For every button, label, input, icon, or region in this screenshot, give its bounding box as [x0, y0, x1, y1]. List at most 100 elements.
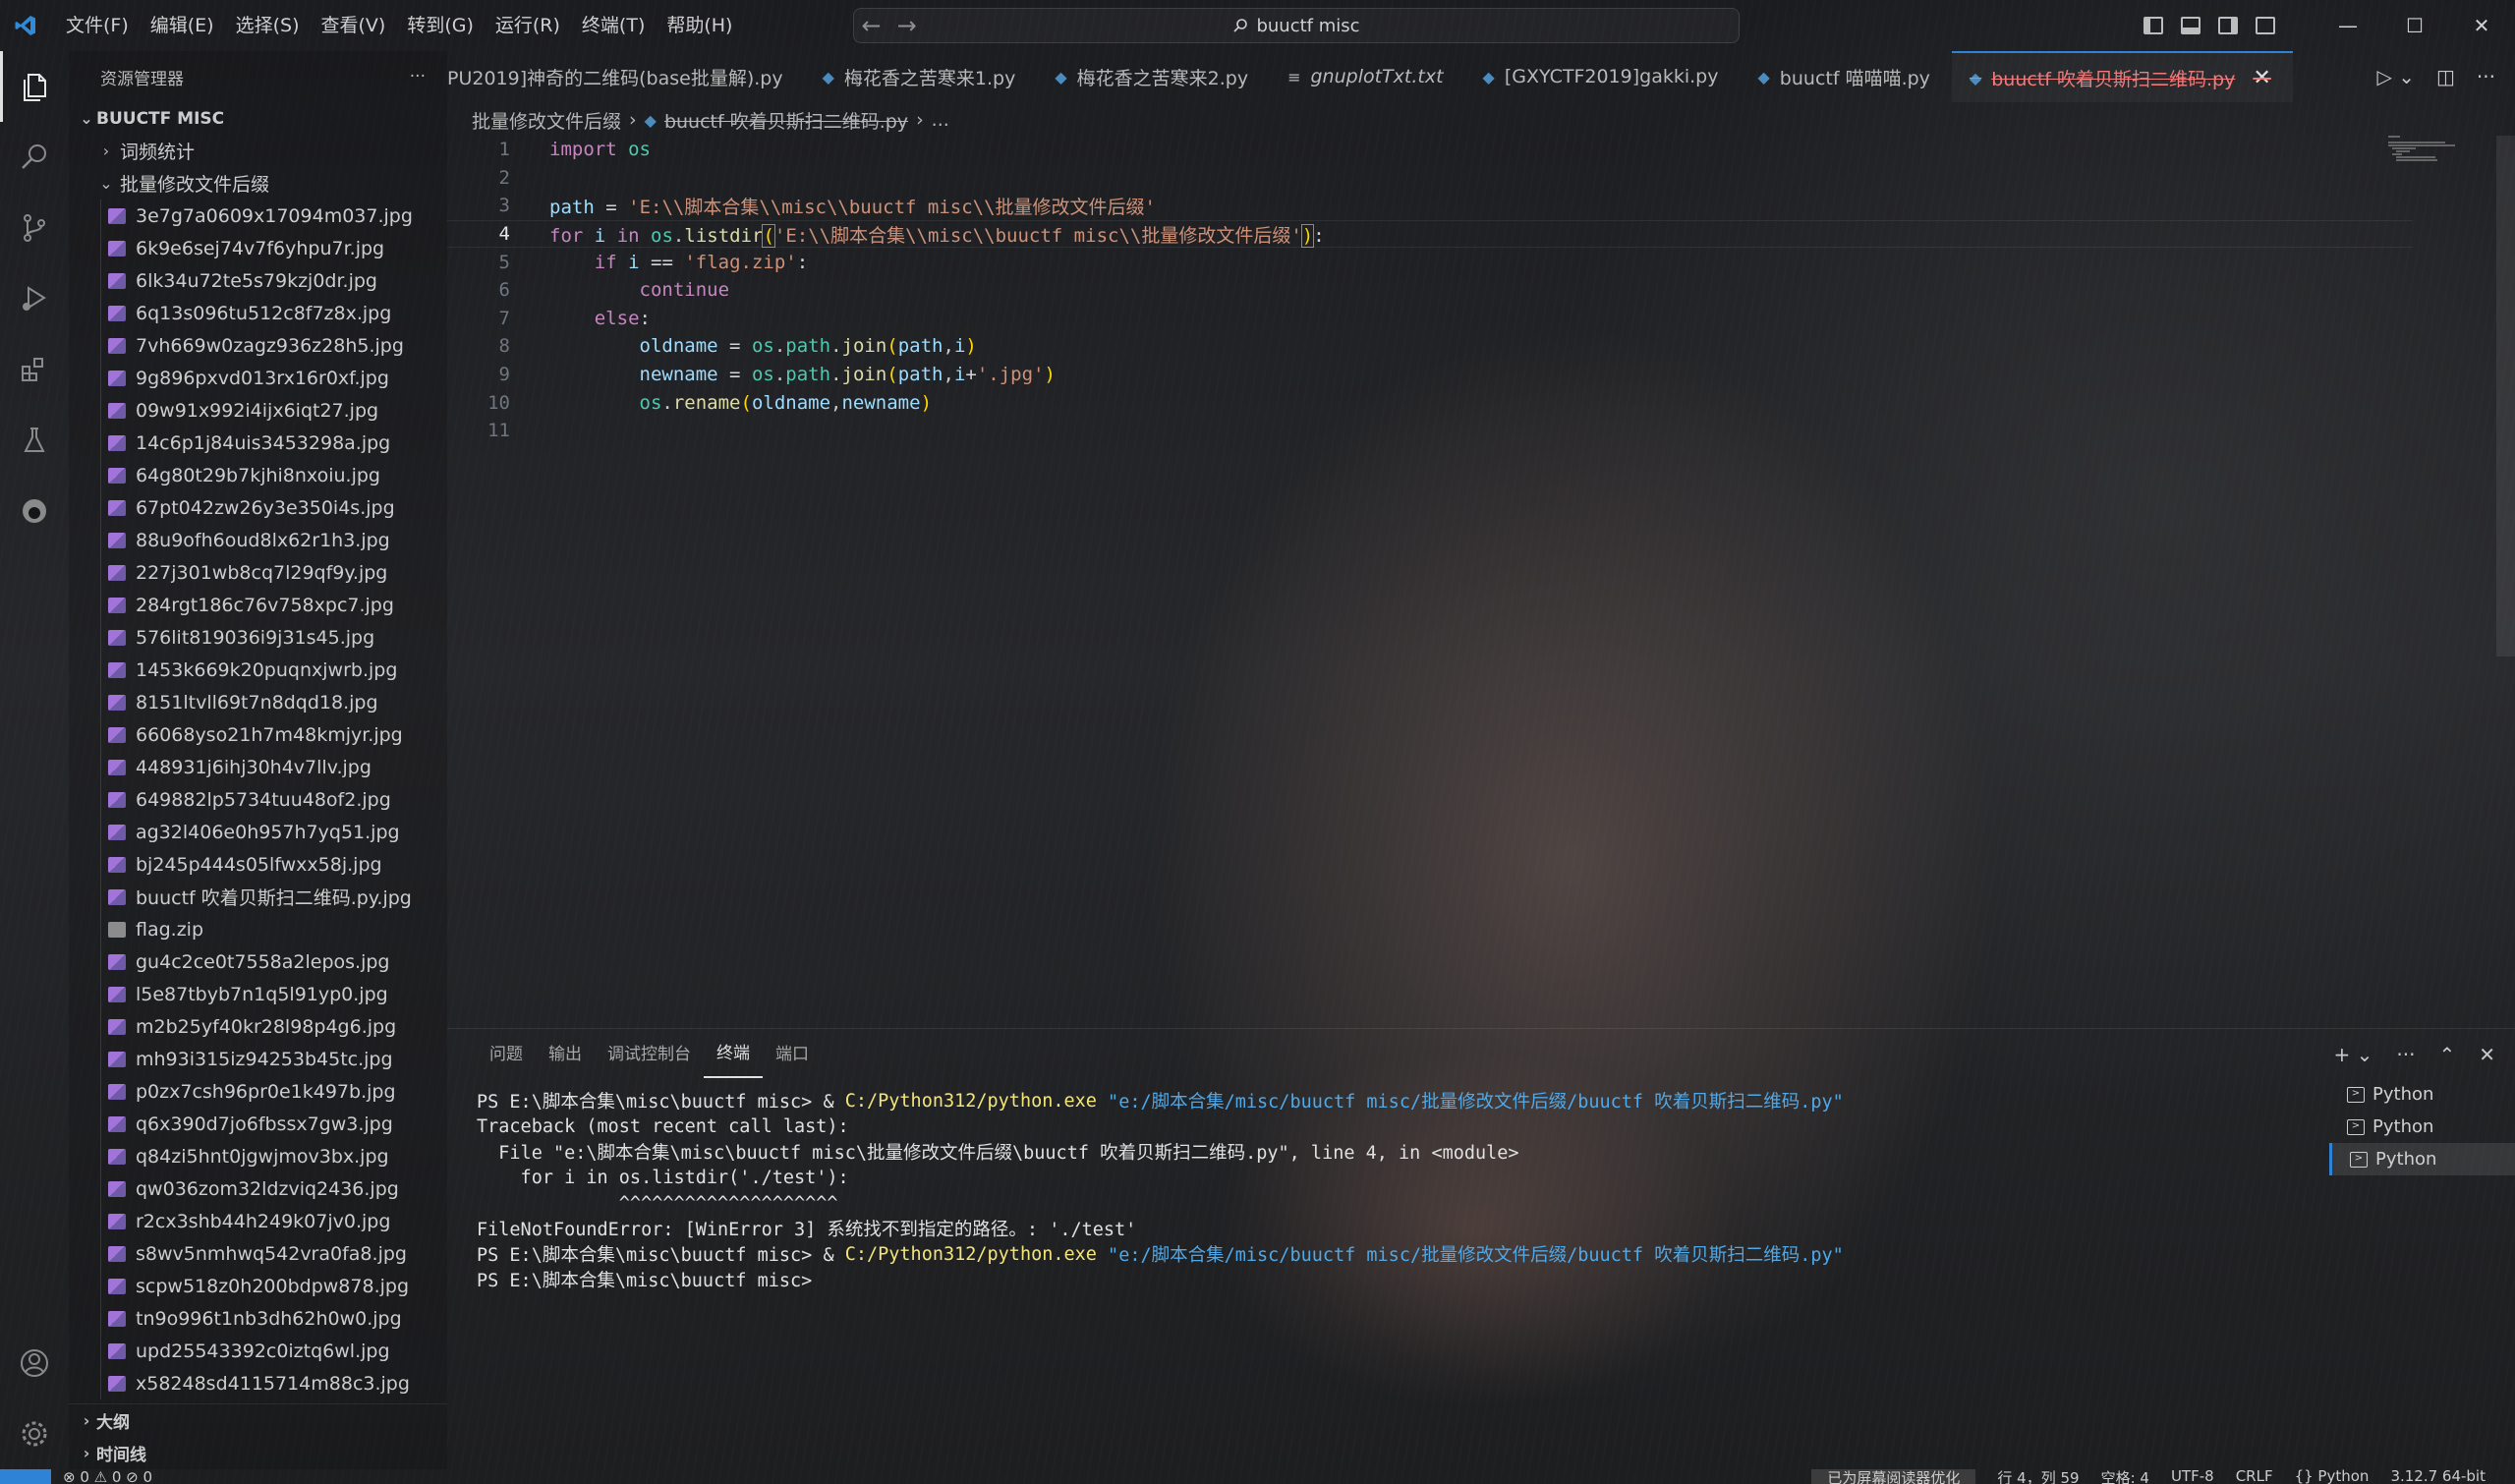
maximize-button[interactable]: ☐ [2381, 14, 2448, 37]
command-center-search[interactable]: buuctf misc [853, 8, 1740, 43]
file-item[interactable]: 6q13s096tu512c8f7z8x.jpg [69, 297, 447, 329]
tab[interactable]: ◆ 梅花香之苦寒来1.py [805, 51, 1038, 102]
file-item[interactable]: ag32l406e0h957h7yq51.jpg [69, 816, 447, 848]
file-item[interactable]: scpw518z0h200bdpw878.jpg [69, 1270, 447, 1302]
close-window-button[interactable]: ✕ [2448, 14, 2515, 37]
close-panel-icon[interactable]: ✕ [2479, 1043, 2495, 1066]
problems-count[interactable]: ⊗ 0 ⚠ 0 ⊘ 0 [63, 1469, 152, 1484]
file-item[interactable]: 576lit819036i9j31s45.jpg [69, 621, 447, 654]
remote-indicator-icon[interactable] [0, 1469, 51, 1484]
menu-item[interactable]: 文件(F) [55, 0, 140, 51]
account-icon[interactable] [0, 1328, 69, 1398]
toggle-secondary-sidebar-icon[interactable] [2218, 17, 2238, 34]
file-item[interactable]: 6lk34u72te5s79kzj0dr.jpg [69, 264, 447, 297]
menu-item[interactable]: 选择(S) [225, 0, 311, 51]
file-item[interactable]: 7vh669w0zagz936z28h5.jpg [69, 329, 447, 362]
breadcrumb-folder[interactable]: 批量修改文件后缀 [472, 107, 621, 134]
menu-item[interactable]: 转到(G) [396, 0, 485, 51]
menu-item[interactable]: 终端(T) [571, 0, 656, 51]
file-item[interactable]: 64g80t29b7kjhi8nxoiu.jpg [69, 459, 447, 491]
file-item[interactable]: x58248sd4115714m88c3.jpg [69, 1367, 447, 1399]
file-item[interactable]: 9g896pxvd013rx16r0xf.jpg [69, 362, 447, 394]
file-item[interactable]: 09w91x992i4ijx6iqt27.jpg [69, 394, 447, 427]
terminal-instance[interactable]: > Python [2329, 1078, 2515, 1111]
toggle-primary-sidebar-icon[interactable] [2143, 17, 2163, 34]
file-item[interactable]: qw036zom32ldzviq2436.jpg [69, 1172, 447, 1205]
status-item[interactable]: CRLF [2236, 1469, 2273, 1484]
close-tab-icon[interactable]: ✕ [2253, 66, 2270, 90]
explorer-icon[interactable] [0, 51, 69, 122]
status-item[interactable]: 行 4，列 59 [1997, 1469, 2079, 1484]
file-item[interactable]: 649882lp5734tuu48of2.jpg [69, 783, 447, 816]
more-actions-icon[interactable]: ··· [410, 67, 426, 86]
minimap[interactable] [2386, 134, 2465, 163]
file-item[interactable]: r2cx3shb44h249k07jv0.jpg [69, 1205, 447, 1237]
file-item[interactable]: 67pt042zw26y3e350i4s.jpg [69, 491, 447, 524]
file-item[interactable]: 14c6p1j84uis3453298a.jpg [69, 427, 447, 459]
tab[interactable]: ◆ [GXYCTF2019]gakki.py [1465, 51, 1741, 102]
testing-flask-icon[interactable] [0, 405, 69, 476]
tab-active[interactable]: ◆ buuctf 吹着贝斯扫二维码.py ✕ [1951, 51, 2293, 102]
terminal-output[interactable]: PS E:\脚本合集\misc\buuctf misc> & C:/Python… [477, 1088, 2344, 1292]
file-item[interactable]: 3e7g7a0609x17094m037.jpg [69, 200, 447, 232]
menu-item[interactable]: 编辑(E) [140, 0, 225, 51]
panel-tab[interactable]: 调试控制台 [595, 1029, 704, 1080]
file-item[interactable]: s8wv5nmhwq542vra0fa8.jpg [69, 1237, 447, 1270]
folder-item[interactable]: ⌄ 批量修改文件后缀 [69, 167, 447, 200]
panel-tab[interactable]: 问题 [477, 1029, 536, 1080]
breadcrumb-symbol[interactable]: ... [932, 109, 949, 131]
file-item[interactable]: 66068yso21h7m48kmjyr.jpg [69, 718, 447, 751]
folder-item[interactable]: › 词频统计 [69, 135, 447, 167]
terminal-instance[interactable]: > Python [2329, 1143, 2515, 1175]
settings-gear-icon[interactable] [0, 1398, 69, 1469]
maximize-panel-icon[interactable]: ⌃ [2438, 1043, 2455, 1066]
file-item[interactable]: q84zi5hnt0jgwjmov3bx.jpg [69, 1140, 447, 1172]
file-item[interactable]: 227j301wb8cq7l29qf9y.jpg [69, 556, 447, 589]
menu-item[interactable]: 帮助(H) [656, 0, 743, 51]
file-item[interactable]: p0zx7csh96pr0e1k497b.jpg [69, 1075, 447, 1108]
file-item[interactable]: mh93i315iz94253b45tc.jpg [69, 1043, 447, 1075]
github-icon[interactable] [0, 476, 69, 546]
tab[interactable]: PU2019]神奇的二维码(base批量解).py [447, 51, 805, 102]
breadcrumb-file[interactable]: buuctf 吹着贝斯扫二维码.py [664, 107, 908, 134]
run-python-icon[interactable]: ▷ ⌄ [2377, 65, 2416, 88]
minimize-button[interactable]: — [2315, 14, 2381, 37]
file-item[interactable]: 88u9ofh6oud8lx62r1h3.jpg [69, 524, 447, 556]
menu-item[interactable]: 查看(V) [311, 0, 397, 51]
customize-layout-icon[interactable] [2256, 17, 2275, 34]
file-item[interactable]: bj245p444s05lfwxx58j.jpg [69, 848, 447, 881]
file-item[interactable]: 6k9e6sej74v7f6yhpu7r.jpg [69, 232, 447, 264]
panel-tab[interactable]: 端口 [763, 1029, 822, 1080]
file-item[interactable]: l5e87tbyb7n1q5l91yp0.jpg [69, 978, 447, 1010]
status-item[interactable]: {} Python [2295, 1469, 2370, 1484]
new-terminal-icon[interactable]: + ⌄ [2334, 1043, 2373, 1066]
file-item[interactable]: buuctf 吹着贝斯扫二维码.py.jpg [69, 881, 447, 913]
terminal-instance[interactable]: > Python [2329, 1111, 2515, 1143]
search-icon[interactable] [0, 122, 69, 193]
tab[interactable]: ≡ gnuplotTxt.txt [1270, 51, 1464, 102]
file-item[interactable]: 8151ltvll69t7n8dqd18.jpg [69, 686, 447, 718]
file-item[interactable]: 284rgt186c76v758xpc7.jpg [69, 589, 447, 621]
more-actions-icon[interactable]: ··· [2396, 1043, 2415, 1066]
file-item[interactable]: tn9o996t1nb3dh62h0w0.jpg [69, 1302, 447, 1335]
panel-tab[interactable]: 输出 [536, 1029, 595, 1080]
more-actions-icon[interactable]: ··· [2477, 65, 2495, 88]
extensions-icon[interactable] [0, 334, 69, 405]
file-item[interactable]: 1453k669k20puqnxjwrb.jpg [69, 654, 447, 686]
status-item[interactable]: 3.12.7 64-bit [2390, 1469, 2486, 1484]
toggle-panel-icon[interactable] [2181, 17, 2201, 34]
panel-tab[interactable]: 终端 [704, 1031, 763, 1078]
file-item[interactable]: m2b25yf40kr28l98p4g6.jpg [69, 1010, 447, 1043]
menu-item[interactable]: 运行(R) [485, 0, 571, 51]
editor-scrollbar[interactable] [2496, 136, 2515, 656]
run-debug-icon[interactable] [0, 263, 69, 334]
status-item[interactable]: UTF-8 [2171, 1469, 2214, 1484]
code-editor[interactable]: 1 import os 2 3 path = 'E:\\脚本合集\\misc\\bu… [447, 136, 2413, 1020]
tab[interactable]: ◆ 梅花香之苦寒来2.py [1037, 51, 1270, 102]
status-item[interactable]: 已为屏幕阅读器优化 [1811, 1469, 1976, 1484]
file-item[interactable]: upd25543392c0iztq6wl.jpg [69, 1335, 447, 1367]
status-item[interactable]: 空格: 4 [2101, 1469, 2149, 1484]
outline-section[interactable]: › 大纲 [69, 1404, 447, 1437]
split-editor-icon[interactable]: ◫ [2436, 65, 2455, 88]
tab[interactable]: ◆ buuctf 喵喵喵.py [1740, 51, 1951, 102]
